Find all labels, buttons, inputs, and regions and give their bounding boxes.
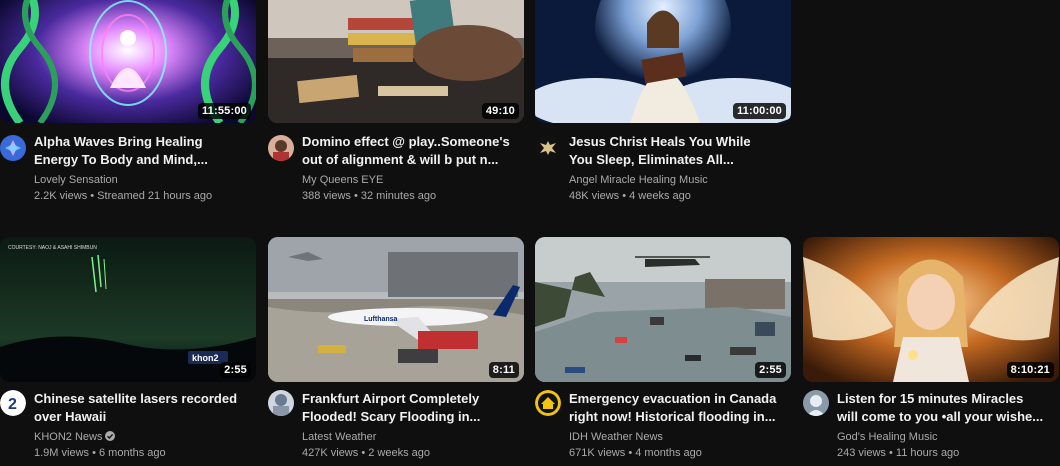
svg-text:2: 2 bbox=[8, 396, 17, 413]
video-metadata: 1.9M views 6 months ago bbox=[34, 446, 166, 461]
view-count: 388 views bbox=[302, 190, 351, 202]
thumbnail-caption: COURTESY: NAOJ & ASAHI SHIMBUN bbox=[8, 245, 97, 251]
video-title[interactable]: Domino effect @ play..Someone's out of a… bbox=[302, 133, 518, 169]
upload-age: 4 weeks ago bbox=[629, 190, 691, 202]
channel-avatar[interactable]: 2 bbox=[0, 390, 26, 416]
verified-check-icon bbox=[105, 431, 116, 441]
video-thumbnail[interactable]: 11:00:00 bbox=[535, 0, 791, 123]
upload-age: Streamed 21 hours ago bbox=[97, 190, 213, 202]
video-title[interactable]: Chinese satellite lasers recorded over H… bbox=[34, 390, 250, 426]
angel-child-thumbnail bbox=[803, 237, 1059, 382]
khon2-logo-text: khon2 bbox=[192, 353, 219, 363]
video-duration: 8:10:21 bbox=[1006, 362, 1054, 378]
video-duration: 11:55:00 bbox=[197, 103, 251, 119]
video-thumbnail[interactable]: 11:55:00 bbox=[0, 0, 256, 123]
channel-name[interactable]: My Queens EYE bbox=[302, 173, 383, 188]
channel-name-text: KHON2 News bbox=[34, 431, 103, 443]
video-title[interactable]: Frankfurt Airport Completely Flooded! Sc… bbox=[302, 390, 518, 426]
video-duration: 11:00:00 bbox=[732, 103, 786, 119]
view-count: 48K views bbox=[569, 190, 620, 202]
upload-age: 4 months ago bbox=[635, 447, 702, 459]
upload-age: 32 minutes ago bbox=[360, 190, 437, 202]
view-count: 243 views bbox=[837, 447, 886, 459]
video-metadata: 48K views 4 weeks ago bbox=[569, 189, 691, 204]
view-count: 427K views bbox=[302, 447, 359, 459]
channel-name[interactable]: God's Healing Music bbox=[837, 430, 938, 445]
view-count: 1.9M views bbox=[34, 447, 90, 459]
video-metadata: 2.2K views Streamed 21 hours ago bbox=[34, 189, 212, 204]
video-metadata: 243 views 11 hours ago bbox=[837, 446, 959, 461]
upload-age: 2 weeks ago bbox=[368, 447, 430, 459]
video-title[interactable]: Jesus Christ Heals You While You Sleep, … bbox=[569, 133, 785, 169]
channel-avatar[interactable] bbox=[268, 390, 294, 416]
channel-name[interactable]: Lovely Sensation bbox=[34, 173, 118, 188]
airplane-livery-text: Lufthansa bbox=[364, 316, 398, 323]
channel-name[interactable]: Angel Miracle Healing Music bbox=[569, 173, 708, 188]
video-duration: 2:55 bbox=[755, 362, 786, 378]
channel-avatar[interactable] bbox=[0, 135, 26, 161]
upload-age: 11 hours ago bbox=[895, 447, 960, 459]
channel-avatar[interactable] bbox=[535, 390, 561, 416]
video-thumbnail[interactable]: 8:10:21 bbox=[803, 237, 1059, 382]
video-duration: 8:11 bbox=[488, 362, 519, 378]
channel-name[interactable]: Latest Weather bbox=[302, 430, 376, 445]
channel-name[interactable]: KHON2 News bbox=[34, 430, 116, 445]
video-title[interactable]: Listen for 15 minutes Miracles will come… bbox=[837, 390, 1053, 426]
channel-avatar[interactable] bbox=[535, 135, 561, 161]
video-metadata: 388 views 32 minutes ago bbox=[302, 189, 436, 204]
channel-avatar[interactable] bbox=[803, 390, 829, 416]
view-count: 671K views bbox=[569, 447, 626, 459]
video-title[interactable]: Emergency evacuation in Canada right now… bbox=[569, 390, 785, 426]
video-thumbnail[interactable]: 2:55 bbox=[535, 237, 791, 382]
channel-name[interactable]: IDH Weather News bbox=[569, 430, 663, 445]
video-thumbnail[interactable]: Lufthansa 8:11 bbox=[268, 237, 524, 382]
channel-avatar[interactable] bbox=[268, 135, 294, 161]
video-metadata: 427K views 2 weeks ago bbox=[302, 446, 430, 461]
view-count: 2.2K views bbox=[34, 190, 88, 202]
video-metadata: 671K views 4 months ago bbox=[569, 446, 702, 461]
flooded-airport-thumbnail: Lufthansa bbox=[268, 237, 524, 382]
video-thumbnail[interactable]: 49:10 bbox=[268, 0, 524, 123]
upload-age: 6 months ago bbox=[99, 447, 166, 459]
video-duration: 2:55 bbox=[220, 362, 251, 378]
video-title[interactable]: Alpha Waves Bring Healing Energy To Body… bbox=[34, 133, 250, 169]
flooded-street-thumbnail bbox=[535, 237, 791, 382]
video-thumbnail[interactable]: COURTESY: NAOJ & ASAHI SHIMBUN khon2 2:5… bbox=[0, 237, 256, 382]
night-sky-lasers-thumbnail: COURTESY: NAOJ & ASAHI SHIMBUN khon2 bbox=[0, 237, 256, 382]
video-duration: 49:10 bbox=[481, 103, 519, 119]
